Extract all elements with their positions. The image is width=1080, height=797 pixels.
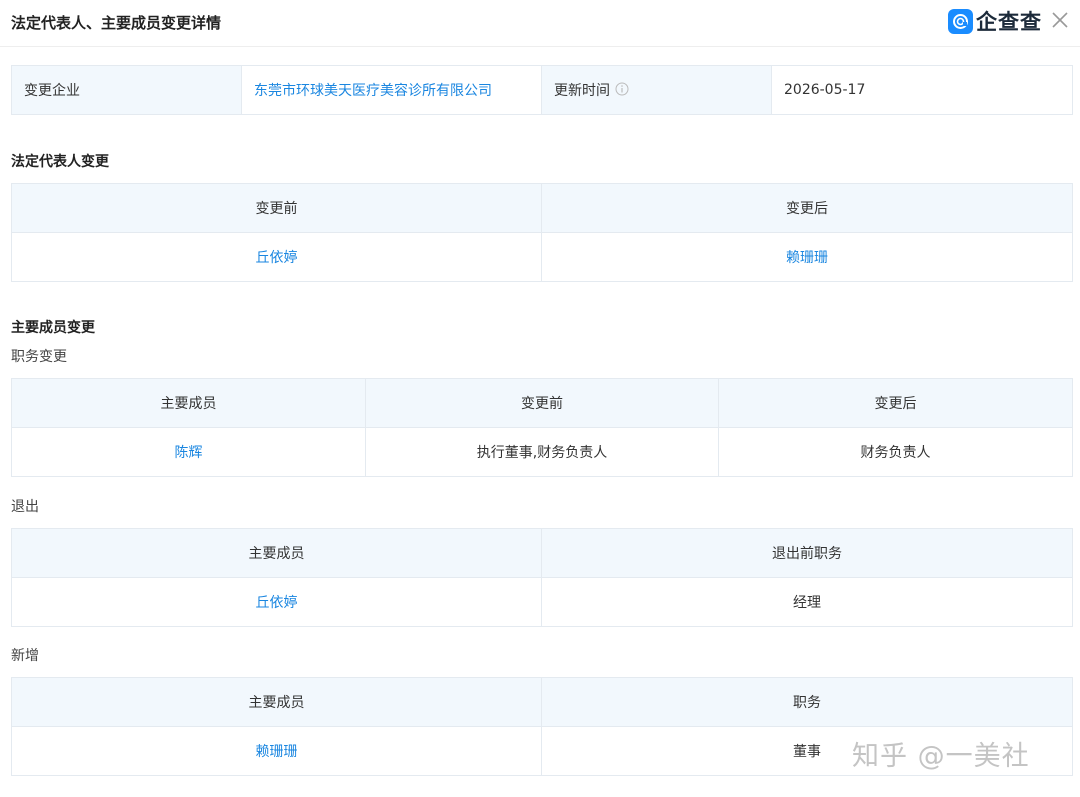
legal-rep-table: 变更前 变更后 丘依婷 赖珊珊 — [11, 183, 1073, 282]
column-header: 职务 — [541, 677, 1073, 727]
table-row: 丘依婷 赖珊珊 — [11, 232, 1073, 282]
table-cell: 执行董事,财务负责人 — [365, 427, 719, 477]
column-header: 主要成员 — [11, 378, 366, 428]
table-cell: 丘依婷 — [11, 577, 542, 627]
table-cell: 赖珊珊 — [541, 232, 1073, 282]
position-change-table: 主要成员 变更前 变更后 陈辉 执行董事,财务负责人 财务负责人 — [11, 378, 1073, 477]
column-header: 主要成员 — [11, 528, 542, 578]
table-header-row: 变更前 变更后 — [11, 183, 1073, 233]
table-cell: 赖珊珊 — [11, 726, 542, 776]
column-header: 变更前 — [11, 183, 542, 233]
table-cell: 丘依婷 — [11, 232, 542, 282]
person-link[interactable]: 丘依婷 — [256, 250, 298, 266]
column-header: 变更后 — [718, 378, 1073, 428]
company-label: 变更企业 — [11, 65, 242, 115]
person-link[interactable]: 丘依婷 — [256, 595, 298, 611]
qcc-logo-icon — [948, 8, 973, 34]
brand: 企查查 — [948, 7, 1042, 35]
info-icon[interactable] — [615, 82, 629, 100]
legal-rep-section-title: 法定代表人变更 — [11, 154, 109, 170]
close-icon — [1052, 12, 1068, 28]
column-header: 变更后 — [541, 183, 1073, 233]
update-time-value: 2026-05-17 — [771, 65, 1073, 115]
exit-table: 主要成员 退出前职务 丘依婷 经理 — [11, 528, 1073, 627]
company-name-cell: 东莞市环球美天医疗美容诊所有限公司 — [241, 65, 542, 115]
table-row: 陈辉 执行董事,财务负责人 财务负责人 — [11, 427, 1073, 477]
update-time-label: 更新时间 — [554, 83, 610, 99]
added-subtitle: 新增 — [11, 648, 39, 664]
update-time-label-cell: 更新时间 — [541, 65, 772, 115]
table-row: 变更企业 东莞市环球美天医疗美容诊所有限公司 更新时间 2026-05-17 — [11, 65, 1073, 115]
table-header-row: 主要成员 职务 — [11, 677, 1073, 727]
company-name-link[interactable]: 东莞市环球美天医疗美容诊所有限公司 — [254, 83, 492, 99]
table-header-row: 主要成员 变更前 变更后 — [11, 378, 1073, 428]
table-cell: 财务负责人 — [718, 427, 1073, 477]
column-header: 变更前 — [365, 378, 719, 428]
person-link[interactable]: 赖珊珊 — [256, 744, 298, 760]
brand-name: 企查查 — [976, 10, 1042, 34]
exit-subtitle: 退出 — [11, 499, 39, 515]
column-header: 主要成员 — [11, 677, 542, 727]
table-cell: 陈辉 — [11, 427, 366, 477]
members-section-title: 主要成员变更 — [11, 320, 95, 336]
watermark: 知乎 @一美社 — [852, 741, 1030, 772]
table-cell: 经理 — [541, 577, 1073, 627]
company-info-table: 变更企业 东莞市环球美天医疗美容诊所有限公司 更新时间 2026-05-17 — [11, 65, 1073, 115]
position-change-subtitle: 职务变更 — [11, 349, 67, 365]
dialog-header: 法定代表人、主要成员变更详情 企查查 — [0, 0, 1080, 47]
table-header-row: 主要成员 退出前职务 — [11, 528, 1073, 578]
table-row: 丘依婷 经理 — [11, 577, 1073, 627]
dialog-title: 法定代表人、主要成员变更详情 — [11, 14, 222, 32]
close-button[interactable] — [1048, 8, 1072, 32]
person-link[interactable]: 赖珊珊 — [786, 250, 828, 266]
column-header: 退出前职务 — [541, 528, 1073, 578]
person-link[interactable]: 陈辉 — [175, 445, 203, 461]
